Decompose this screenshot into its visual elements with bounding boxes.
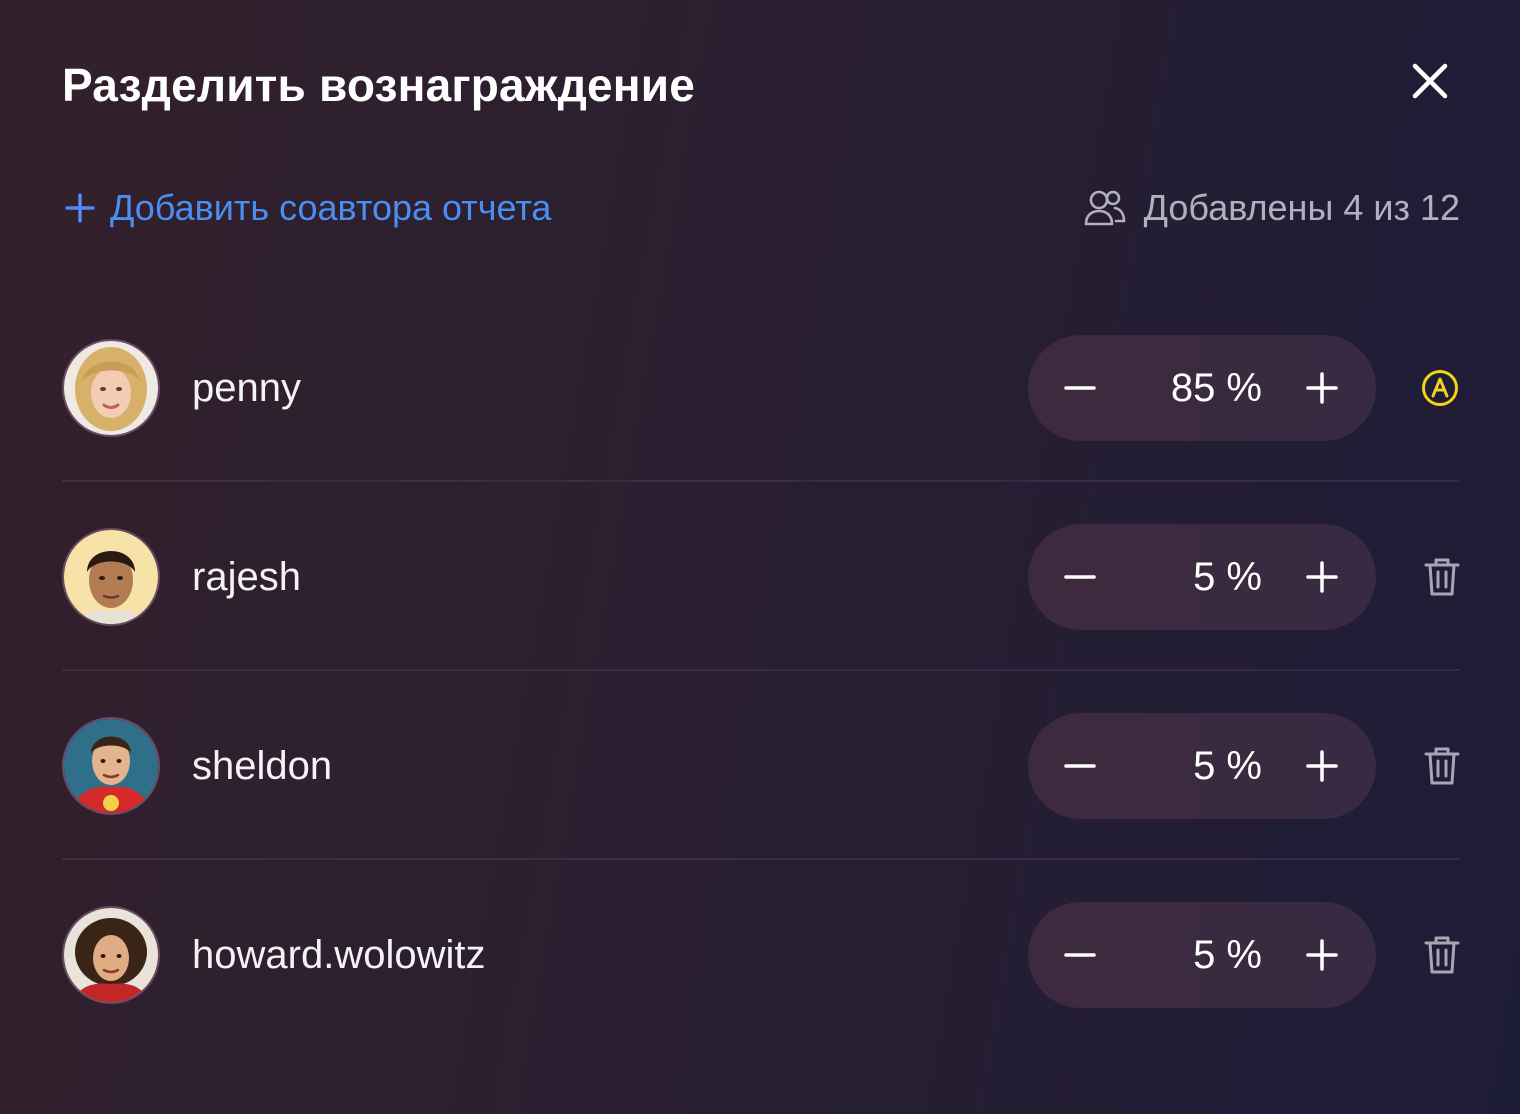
avatar <box>62 339 160 437</box>
share-value[interactable]: 85 % <box>1171 335 1262 441</box>
avatar <box>62 717 160 815</box>
share-value[interactable]: 5 % <box>1193 524 1262 630</box>
author-badge-icon <box>1422 370 1458 406</box>
decrement-button[interactable] <box>1054 740 1106 792</box>
row-divider <box>62 480 1460 482</box>
participant-name: howard.wolowitz <box>192 932 486 977</box>
plus-icon <box>1306 561 1338 593</box>
participant-name: rajesh <box>192 554 301 599</box>
delete-button[interactable] <box>1390 542 1460 612</box>
share-stepper: 5 % <box>1028 524 1376 630</box>
trash-icon <box>1424 558 1460 596</box>
add-coauthor-label: Добавить соавтора отчета <box>110 187 552 228</box>
row-divider <box>62 858 1460 860</box>
close-icon <box>1412 63 1448 99</box>
participant-row: penny 85 % <box>62 333 1460 443</box>
counter-label: Добавлены 4 из 12 <box>1143 187 1460 228</box>
participant-row: rajesh 5 % <box>62 522 1460 632</box>
plus-icon <box>1306 939 1338 971</box>
avatar <box>62 906 160 1004</box>
participant-row: howard.wolowitz 5 % <box>62 900 1460 1010</box>
increment-button[interactable] <box>1296 929 1348 981</box>
trash-icon <box>1424 936 1460 974</box>
increment-button[interactable] <box>1296 740 1348 792</box>
row-divider <box>62 669 1460 671</box>
avatar <box>62 528 160 626</box>
plus-icon <box>1306 750 1338 782</box>
plus-icon <box>1306 372 1338 404</box>
decrement-button[interactable] <box>1054 362 1106 414</box>
minus-icon <box>1064 764 1096 768</box>
decrement-button[interactable] <box>1054 929 1106 981</box>
participant-name: sheldon <box>192 743 333 788</box>
delete-button[interactable] <box>1390 920 1460 990</box>
participant-row: sheldon 5 % <box>62 711 1460 821</box>
increment-button[interactable] <box>1296 362 1348 414</box>
minus-icon <box>1064 953 1096 957</box>
decrement-button[interactable] <box>1054 551 1106 603</box>
trash-icon <box>1424 747 1460 785</box>
share-stepper: 85 % <box>1028 335 1376 441</box>
share-value[interactable]: 5 % <box>1193 713 1262 819</box>
minus-icon <box>1064 575 1096 579</box>
participant-name: penny <box>192 365 301 410</box>
users-icon <box>1084 190 1125 226</box>
delete-button[interactable] <box>1390 731 1460 801</box>
share-stepper: 5 % <box>1028 713 1376 819</box>
minus-icon <box>1064 386 1096 390</box>
share-stepper: 5 % <box>1028 902 1376 1008</box>
increment-button[interactable] <box>1296 551 1348 603</box>
add-coauthor-button[interactable]: Добавить соавтора отчета <box>64 186 551 230</box>
coauthor-counter: Добавлены 4 из 12 <box>1084 186 1460 230</box>
split-reward-dialog: Разделить вознаграждение Добавить соавто… <box>0 0 1520 1114</box>
share-value[interactable]: 5 % <box>1193 902 1262 1008</box>
dialog-title: Разделить вознаграждение <box>62 59 696 111</box>
close-button[interactable] <box>1405 56 1455 106</box>
plus-icon <box>65 193 95 223</box>
author-badge <box>1390 353 1460 423</box>
